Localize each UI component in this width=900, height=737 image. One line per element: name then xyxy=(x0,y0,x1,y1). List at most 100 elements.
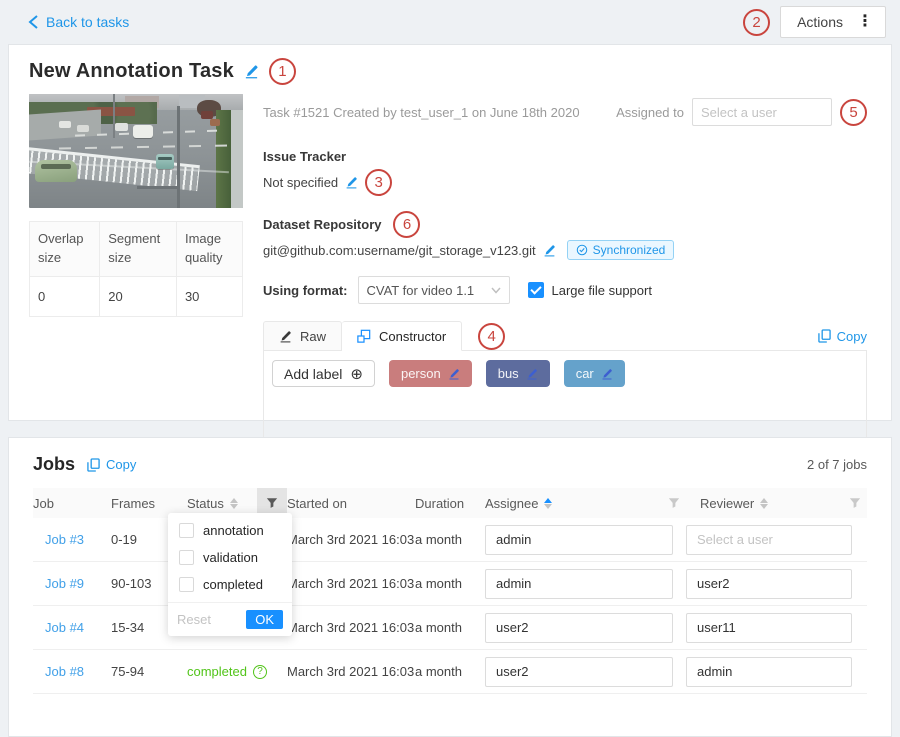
chevron-left-icon xyxy=(28,15,39,29)
callout-2: 2 xyxy=(743,9,770,36)
tab-constructor-label: Constructor xyxy=(379,329,446,344)
edit-task-name-icon[interactable] xyxy=(244,64,259,79)
task-assignee-select[interactable] xyxy=(692,98,832,126)
job-duration: a month xyxy=(415,576,485,591)
job-started: March 3rd 2021 16:03 xyxy=(287,576,415,591)
repository-url: git@github.com:username/git_storage_v123… xyxy=(263,243,536,258)
actions-button[interactable]: Actions ⋮ xyxy=(780,6,886,38)
param-header-segment: Segment size xyxy=(100,222,177,277)
job-frames: 75-94 xyxy=(111,664,187,679)
callout-1: 1 xyxy=(269,58,296,85)
sync-status-text: Synchronized xyxy=(593,243,666,257)
label-chip-person-name: person xyxy=(401,366,441,381)
checkbox-unchecked-icon[interactable] xyxy=(179,523,194,538)
chevron-down-icon xyxy=(491,287,501,294)
tab-constructor[interactable]: Constructor xyxy=(342,321,462,351)
add-label-text: Add label xyxy=(284,366,342,382)
sync-status-badge[interactable]: Synchronized xyxy=(567,240,675,260)
jobs-copy-label: Copy xyxy=(106,457,136,472)
job-link[interactable]: Job #9 xyxy=(33,576,111,591)
more-vertical-icon: ⋮ xyxy=(857,14,873,30)
column-header-duration: Duration xyxy=(415,488,485,518)
edit-repository-icon[interactable] xyxy=(543,244,556,257)
job-assignee-select[interactable] xyxy=(485,525,673,555)
labels-copy-button[interactable]: Copy xyxy=(818,329,867,344)
jobs-table-header: Job Frames Status Started on Duration As… xyxy=(33,488,867,518)
assigned-to-label: Assigned to xyxy=(616,105,684,120)
checkbox-unchecked-icon[interactable] xyxy=(179,550,194,565)
jobs-count: 2 of 7 jobs xyxy=(807,457,867,472)
filter-option-completed[interactable]: completed xyxy=(168,571,292,598)
job-status: completed xyxy=(187,664,287,679)
add-label-button[interactable]: Add label xyxy=(272,360,375,387)
edit-label-bus-icon xyxy=(526,368,538,380)
filter-option-validation[interactable]: validation xyxy=(168,544,292,571)
job-reviewer-select[interactable] xyxy=(686,569,852,599)
raw-tab-icon xyxy=(279,330,292,343)
dataset-repository-label: Dataset Repository xyxy=(263,217,381,232)
job-row-3: Job #3 0-19 March 3rd 2021 16:03 a month xyxy=(33,518,867,562)
edit-issue-tracker-icon[interactable] xyxy=(345,176,358,189)
param-value-quality: 30 xyxy=(176,276,242,316)
export-format-select[interactable]: CVAT for video 1.1 xyxy=(358,276,510,304)
jobs-title: Jobs xyxy=(33,454,75,475)
job-started: March 3rd 2021 16:03 xyxy=(287,620,415,635)
column-header-started: Started on xyxy=(287,488,415,518)
job-duration: a month xyxy=(415,664,485,679)
filter-ok-button[interactable]: OK xyxy=(246,610,283,629)
column-header-reviewer[interactable]: Reviewer xyxy=(686,488,867,518)
edit-label-car-icon xyxy=(601,368,613,380)
status-filter-dropdown: annotation validation completed Reset OK xyxy=(168,513,292,636)
task-preview-image xyxy=(29,94,243,208)
jobs-card: Jobs Copy 2 of 7 jobs Job Frames Status … xyxy=(8,437,892,737)
assignee-filter-icon[interactable] xyxy=(668,497,680,509)
callout-6: 6 xyxy=(393,211,420,238)
callout-4: 4 xyxy=(478,323,505,350)
param-header-quality: Image quality xyxy=(176,222,242,277)
page: { "topbar": { "back_label": "Back to tas… xyxy=(0,0,900,669)
tab-raw[interactable]: Raw xyxy=(263,321,342,351)
job-link[interactable]: Job #4 xyxy=(33,620,111,635)
jobs-copy-button[interactable]: Copy xyxy=(87,457,136,472)
job-reviewer-select[interactable] xyxy=(686,525,852,555)
tab-raw-label: Raw xyxy=(300,329,326,344)
job-assignee-select[interactable] xyxy=(485,569,673,599)
param-value-segment: 20 xyxy=(100,276,177,316)
job-assignee-select[interactable] xyxy=(485,613,673,643)
callout-5: 5 xyxy=(840,99,867,126)
plus-circle-icon xyxy=(350,365,363,383)
label-chip-bus-name: bus xyxy=(498,366,519,381)
task-title: New Annotation Task xyxy=(29,60,234,83)
job-link[interactable]: Job #3 xyxy=(33,532,111,547)
label-chip-bus[interactable]: bus xyxy=(486,360,550,387)
large-file-support-checkbox[interactable]: Large file support xyxy=(528,282,652,298)
job-row-8: Job #8 75-94 completed March 3rd 2021 16… xyxy=(33,650,867,694)
copy-icon xyxy=(87,458,100,472)
job-row-4: Job #4 15-34 March 3rd 2021 16:03 a mont… xyxy=(33,606,867,650)
checkbox-unchecked-icon[interactable] xyxy=(179,577,194,592)
task-details-card: New Annotation Task 1 xyxy=(8,44,892,421)
back-to-tasks-link[interactable]: Back to tasks xyxy=(28,14,129,30)
using-format-label: Using format: xyxy=(263,283,348,298)
copy-icon xyxy=(818,329,831,343)
filter-option-annotation[interactable]: annotation xyxy=(168,517,292,544)
label-chip-person[interactable]: person xyxy=(389,360,472,387)
assignee-sort-icon[interactable] xyxy=(544,498,552,509)
reviewer-sort-icon[interactable] xyxy=(760,498,768,509)
status-sort-icon[interactable] xyxy=(230,498,238,509)
job-reviewer-select[interactable] xyxy=(686,657,852,687)
task-parameters-table: Overlap size Segment size Image quality … xyxy=(29,221,243,317)
check-circle-icon xyxy=(576,244,588,256)
callout-3: 3 xyxy=(365,169,392,196)
label-chip-car[interactable]: car xyxy=(564,360,625,387)
param-header-overlap: Overlap size xyxy=(30,222,100,277)
job-assignee-select[interactable] xyxy=(485,657,673,687)
back-to-tasks-label: Back to tasks xyxy=(46,14,129,30)
job-link[interactable]: Job #8 xyxy=(33,664,111,679)
filter-reset-button[interactable]: Reset xyxy=(177,612,211,627)
question-circle-icon[interactable] xyxy=(253,665,267,679)
reviewer-filter-icon[interactable] xyxy=(849,497,861,509)
job-duration: a month xyxy=(415,532,485,547)
column-header-assignee[interactable]: Assignee xyxy=(485,488,686,518)
job-reviewer-select[interactable] xyxy=(686,613,852,643)
